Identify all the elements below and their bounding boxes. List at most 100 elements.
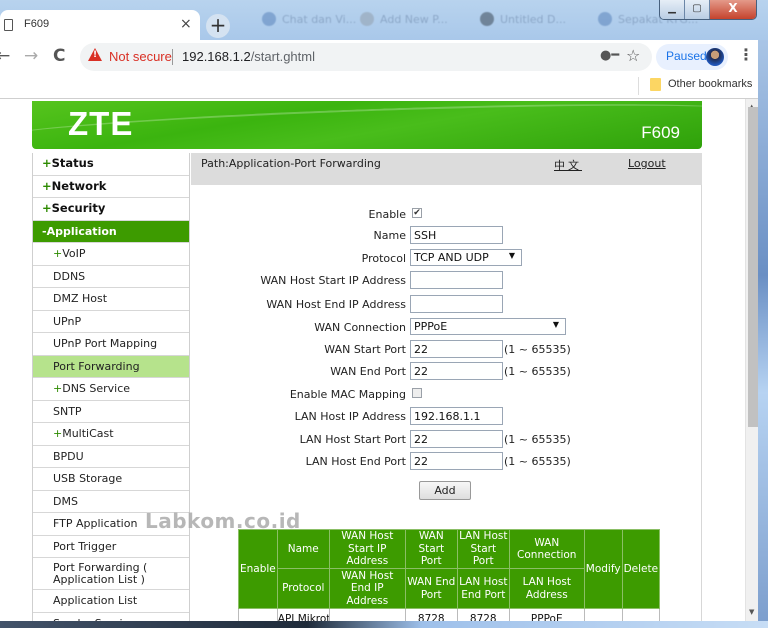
lan-end-port-label: LAN Host End Port xyxy=(305,455,406,468)
col-name: Name xyxy=(276,529,330,569)
port-forwarding-table: Enable Name WAN Host Start IP Address WA… xyxy=(238,529,661,621)
sidebar-item-network[interactable]: +Network xyxy=(33,176,189,198)
background-tab[interactable]: Add New P... xyxy=(360,8,448,30)
sidebar-item-samba-service[interactable]: Samba Service xyxy=(33,613,189,622)
url-text[interactable]: 192.168.1.2/start.ghtml xyxy=(182,49,315,64)
cell-delete[interactable] xyxy=(621,608,661,621)
model-name: F609 xyxy=(641,123,680,142)
wan-host-end-input[interactable] xyxy=(410,295,503,313)
col-enable: Enable xyxy=(238,529,278,609)
sidebar-item-multicast[interactable]: +MultiCast xyxy=(33,423,189,446)
logout-link[interactable]: Logout xyxy=(628,157,666,170)
reload-icon[interactable]: C xyxy=(53,46,65,66)
sidebar-item-dns-service[interactable]: +DNS Service xyxy=(33,378,189,401)
security-indicator[interactable]: Not secure xyxy=(109,49,172,64)
window-close-button[interactable]: X xyxy=(710,0,756,19)
address-bar[interactable]: Not secure 192.168.1.2/start.ghtml ●━ ☆ xyxy=(80,43,652,71)
divider xyxy=(638,77,639,95)
wan-connection-select[interactable]: PPPoE ▼ xyxy=(410,318,566,335)
title-bar: Chat dan Vi... Add New P... Untitled D..… xyxy=(0,0,768,40)
brand-logo: ZTE xyxy=(68,105,134,142)
sidebar-item-voip[interactable]: +VoIP xyxy=(33,243,189,266)
enable-checkbox[interactable]: ✔ xyxy=(412,208,422,218)
divider xyxy=(172,49,173,65)
sidebar-item-application[interactable]: -Application xyxy=(33,220,189,243)
lan-end-port-input[interactable] xyxy=(410,452,503,470)
cell-enable[interactable] xyxy=(238,608,278,621)
sidebar-item-application-list[interactable]: Application List xyxy=(33,590,189,613)
key-icon[interactable]: ●━ xyxy=(600,48,619,63)
sidebar-item-port-forwarding-app-list[interactable]: Port Forwarding ( Application List ) xyxy=(33,558,189,590)
tab-title: F609 xyxy=(24,18,50,30)
lan-host-ip-input[interactable] xyxy=(410,407,503,425)
browser-toolbar: ← → C Not secure 192.168.1.2/start.ghtml… xyxy=(0,40,758,73)
minimize-button[interactable]: ▁ xyxy=(660,0,685,19)
back-icon[interactable]: ← xyxy=(0,46,10,66)
background-tab[interactable]: Untitled D... xyxy=(480,8,566,30)
col-protocol: Protocol xyxy=(276,568,330,609)
close-tab-icon[interactable]: × xyxy=(180,16,192,32)
header-banner: ZTE F609 xyxy=(32,101,702,149)
sidebar-item-upnp-port-mapping[interactable]: UPnP Port Mapping xyxy=(33,333,189,356)
cell-modify[interactable] xyxy=(583,608,623,621)
col-lan-host-address: LAN Host Address xyxy=(508,568,585,609)
wan-start-port-input[interactable] xyxy=(410,340,503,358)
wan-host-start-label: WAN Host Start IP Address xyxy=(260,274,406,287)
dropdown-arrow-icon: ▼ xyxy=(508,251,515,260)
lan-host-ip-row: LAN Host IP Address xyxy=(191,407,702,427)
cell-wan-start-port: 8728 xyxy=(404,608,458,621)
background-tab[interactable]: Chat dan Vi... xyxy=(262,8,356,30)
col-wan-host-end: WAN Host End IP Address xyxy=(328,568,406,609)
language-link[interactable]: 中文 xyxy=(554,157,582,173)
wan-start-port-label: WAN Start Port xyxy=(324,343,406,356)
other-bookmarks[interactable]: Other bookmarks xyxy=(668,78,752,90)
profile-button[interactable]: Paused xyxy=(656,44,728,70)
forward-icon[interactable]: → xyxy=(24,46,38,66)
dropdown-arrow-icon: ▼ xyxy=(552,320,559,329)
add-button[interactable]: Add xyxy=(419,481,471,500)
mac-mapping-checkbox[interactable] xyxy=(412,388,422,398)
sidebar-item-sntp[interactable]: SNTP xyxy=(33,401,189,423)
scroll-down-icon[interactable]: ▼ xyxy=(749,608,754,616)
sidebar-item-status[interactable]: +Status xyxy=(33,153,189,176)
range-hint: (1 ~ 65535) xyxy=(504,343,571,356)
cell-name: API Mikrot xyxy=(276,608,330,621)
col-lan-end-port: LAN Host End Port xyxy=(456,568,510,609)
col-modify: Modify xyxy=(583,529,623,609)
wan-end-port-input[interactable] xyxy=(410,362,503,380)
bookmark-star-icon[interactable]: ☆ xyxy=(626,46,640,65)
sidebar-item-port-forwarding[interactable]: Port Forwarding xyxy=(33,355,189,378)
page-icon xyxy=(4,19,13,31)
maximize-button[interactable]: ▢ xyxy=(685,0,710,19)
lan-start-port-label: LAN Host Start Port xyxy=(299,433,406,446)
vertical-scrollbar[interactable]: ▲ ▼ xyxy=(745,99,758,621)
menu-icon[interactable]: ⋮ xyxy=(738,45,754,64)
sidebar-item-dmz-host[interactable]: DMZ Host xyxy=(33,288,189,311)
sidebar-item-security[interactable]: +Security xyxy=(33,198,189,221)
cell-lan-start-port: 8728 xyxy=(456,608,510,621)
add-row: Add xyxy=(191,481,702,501)
new-tab-button[interactable]: + xyxy=(206,14,230,38)
main-content: Path:Application-Port Forwarding 中文 Logo… xyxy=(191,153,702,621)
sidebar-item-port-trigger[interactable]: Port Trigger xyxy=(33,536,189,558)
protocol-select[interactable]: TCP AND UDP ▼ xyxy=(410,249,522,266)
scrollbar-thumb[interactable] xyxy=(748,107,758,427)
sidebar-item-bpdu[interactable]: BPDU xyxy=(33,446,189,468)
folder-icon xyxy=(650,78,661,91)
range-hint: (1 ~ 65535) xyxy=(504,365,571,378)
breadcrumb: Path:Application-Port Forwarding xyxy=(201,157,381,170)
lan-end-port-row: LAN Host End Port (1 ~ 65535) xyxy=(191,452,702,472)
lan-start-port-input[interactable] xyxy=(410,430,503,448)
wan-host-start-input[interactable] xyxy=(410,271,503,289)
name-input[interactable] xyxy=(410,226,503,244)
col-wan-host-start: WAN Host Start IP Address xyxy=(328,529,406,569)
active-tab[interactable]: F609 × xyxy=(0,10,200,40)
sidebar-item-upnp[interactable]: UPnP xyxy=(33,311,189,333)
sidebar-item-ddns[interactable]: DDNS xyxy=(33,266,189,288)
enable-row: Enable ✔ xyxy=(191,205,702,225)
sidebar-menu: +Status +Network +Security -Application … xyxy=(32,153,190,621)
wan-connection-label: WAN Connection xyxy=(314,321,406,334)
sidebar-item-usb-storage[interactable]: USB Storage xyxy=(33,468,189,491)
window-frame xyxy=(758,40,768,628)
browser-window: Chat dan Vi... Add New P... Untitled D..… xyxy=(0,0,768,628)
